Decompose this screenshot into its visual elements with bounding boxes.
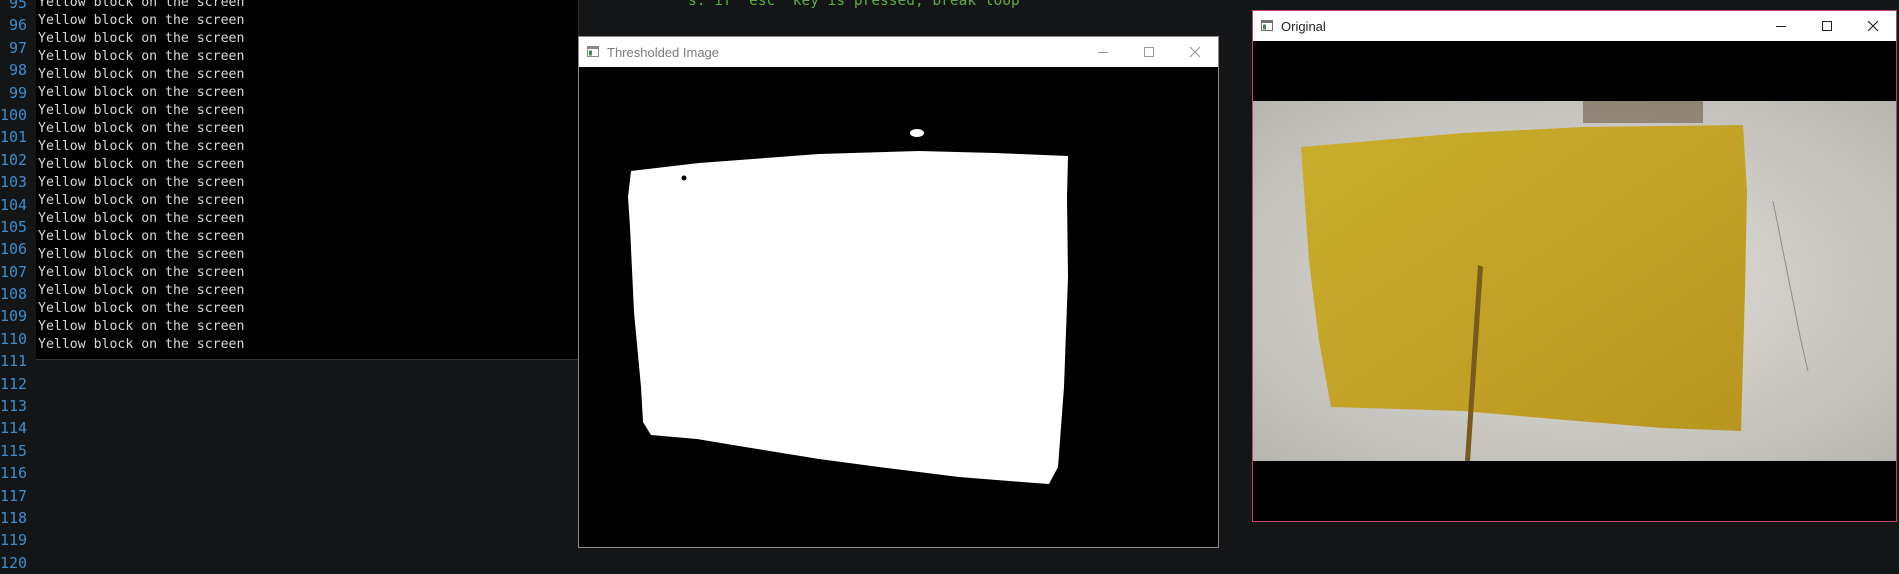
window-app-icon [1261,20,1273,31]
close-icon [1189,46,1201,58]
console-line: Yellow block on the screen [38,13,245,28]
console-line: Yellow block on the screen [38,301,245,316]
window-app-icon [587,46,599,57]
window-title: Thresholded Image [607,45,720,60]
line-number: 110 [0,329,28,348]
console-line: Yellow block on the screen [38,193,245,208]
console-line: Yellow block on the screen [38,247,245,262]
minimize-icon [1776,26,1786,27]
camera-feed-canvas [1253,41,1896,521]
minimize-button[interactable] [1080,37,1126,67]
console-line: Yellow block on the screen [38,319,245,334]
maximize-button[interactable] [1126,37,1172,67]
line-number: 106 [0,240,28,259]
line-number: 109 [0,307,28,326]
console-line: Yellow block on the screen [38,139,245,154]
console-line: Yellow block on the screen [38,121,245,136]
console-line: Yellow block on the screen [38,85,245,100]
thresholded-image-window[interactable]: Thresholded Image [578,36,1219,548]
minimize-button[interactable] [1758,11,1804,41]
line-number: 117 [0,486,28,505]
minimize-icon [1098,52,1108,53]
close-button[interactable] [1172,37,1218,67]
console-line: Yellow block on the screen [38,211,245,226]
console-line: Yellow block on the screen [38,175,245,190]
line-number: 101 [0,128,28,147]
original-window[interactable]: Original [1252,10,1897,522]
console-line: Yellow block on the screen [38,157,245,172]
line-number: 105 [0,217,28,236]
console-line: Yellow block on the screen [38,49,245,64]
line-number: 99 [8,83,27,102]
line-number: 111 [0,352,28,371]
console-line: Yellow block on the screen [38,229,245,244]
maximize-icon [1822,21,1832,31]
thresholded-image-canvas [579,67,1218,547]
console-line: Yellow block on the screen [38,31,245,46]
console-line: Yellow block on the screen [38,283,245,298]
line-number: 104 [0,195,28,214]
window-title-bar[interactable]: Thresholded Image [579,37,1218,67]
line-number: 95 [8,0,27,12]
line-number: 100 [0,105,28,124]
console-line: Yellow block on the screen [38,337,245,352]
line-number: 114 [0,419,28,438]
close-icon [1867,20,1879,32]
console-line: Yellow block on the screen [38,0,245,10]
line-number: 107 [0,262,28,281]
console-output[interactable]: Yellow block on the screen Yellow block … [36,0,579,360]
line-number: 96 [8,16,27,35]
camera-frame-image [1253,41,1896,521]
code-comment-line[interactable]: s. if esc key is pressed, break loop [688,0,1020,9]
threshold-mask-image [579,67,1218,547]
window-title: Original [1281,19,1326,34]
line-number: 102 [0,150,28,169]
console-line: Yellow block on the screen [38,103,245,118]
line-number: 108 [0,285,28,304]
console-line: Yellow block on the screen [38,265,245,280]
line-number: 118 [0,508,28,527]
window-title-bar[interactable]: Original [1253,11,1896,41]
maximize-icon [1144,47,1154,57]
line-number: 116 [0,464,28,483]
console-line: Yellow block on the screen [38,67,245,82]
line-number: 97 [8,38,27,57]
line-number: 119 [0,531,28,550]
line-number: 113 [0,397,28,416]
maximize-button[interactable] [1804,11,1850,41]
close-button[interactable] [1850,11,1896,41]
line-number: 103 [0,173,28,192]
editor-code-strip: s. if esc key is pressed, break loop [676,0,1252,36]
line-number: 115 [0,441,28,460]
line-number: 112 [0,374,28,393]
line-number-gutter: 95 96 97 98 99 100 101 102 103 104 105 1… [0,0,30,574]
line-number: 98 [8,61,27,80]
